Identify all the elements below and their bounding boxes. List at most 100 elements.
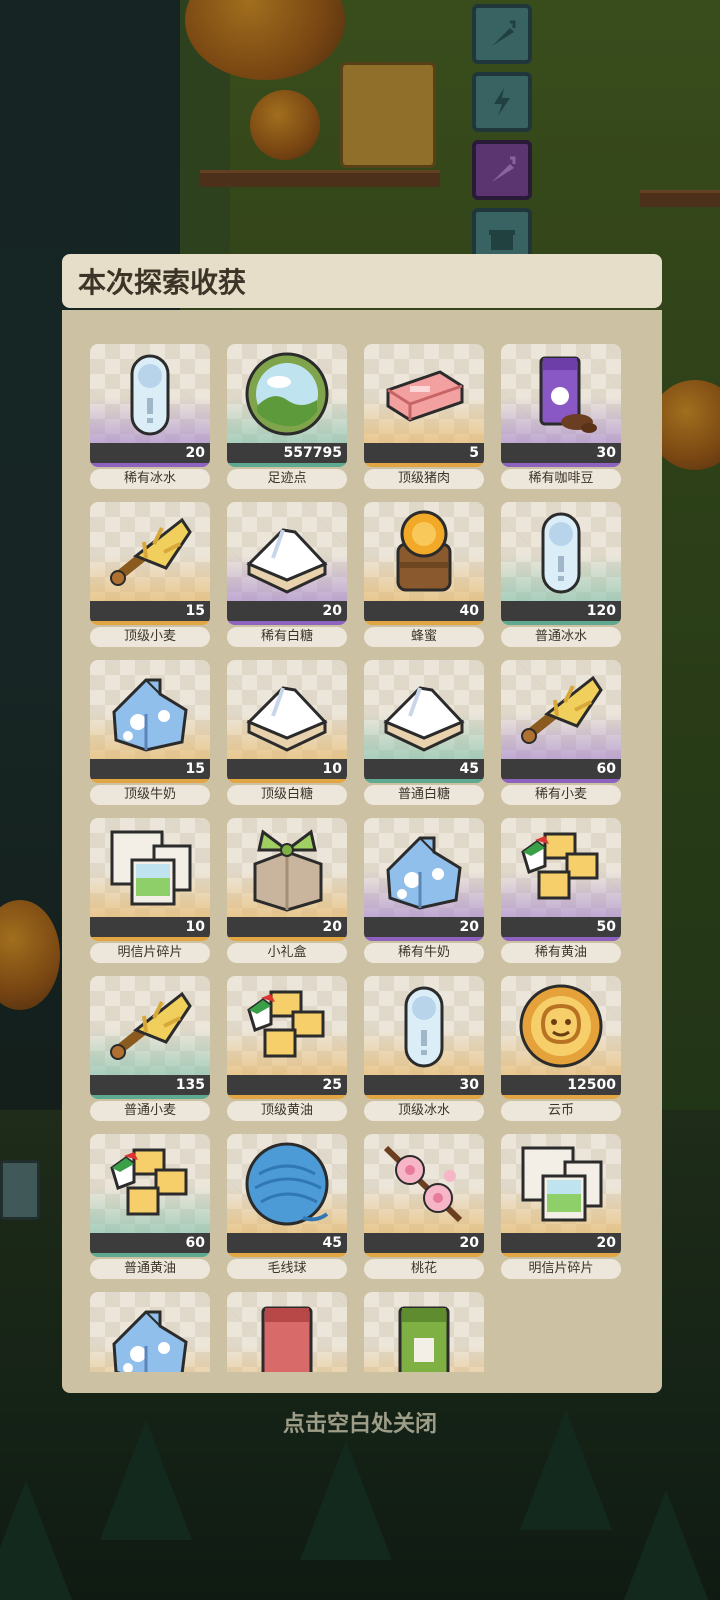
reward-item-tile: 10 (227, 660, 347, 783)
reward-item[interactable]: 45 普通白糖 (364, 660, 484, 805)
reward-item-tile (90, 1292, 210, 1372)
red-bag-icon (243, 1298, 331, 1372)
wheat-icon (106, 982, 194, 1070)
reward-grid[interactable]: 20 稀有冰水 557795 足迹点 5 顶级猪肉 30 稀有咖啡豆 15 顶级小麦 20 稀有白糖 4… (90, 344, 630, 1372)
item-name: 足迹点 (227, 469, 347, 489)
reward-item[interactable]: 30 顶级冰水 (364, 976, 484, 1121)
reward-item[interactable]: 45 毛线球 (227, 1134, 347, 1279)
rarity-strip (501, 621, 621, 625)
reward-item-tile: 135 (90, 976, 210, 1099)
yarn-ball-icon (243, 1140, 331, 1228)
item-count: 30 (364, 1075, 484, 1095)
reward-item-tile: 20 (364, 1134, 484, 1257)
sugar-icon (243, 666, 331, 754)
reward-item-tile: 30 (364, 976, 484, 1099)
reward-item-tile: 40 (364, 502, 484, 625)
reward-item-tile: 12500 (501, 976, 621, 1099)
item-count: 20 (364, 1233, 484, 1253)
item-count: 20 (364, 917, 484, 937)
rarity-strip (227, 937, 347, 941)
item-count: 15 (90, 759, 210, 779)
reward-item[interactable]: 5 顶级猪肉 (364, 344, 484, 489)
reward-item[interactable]: 557795 足迹点 (227, 344, 347, 489)
item-count: 60 (501, 759, 621, 779)
rarity-strip (501, 1095, 621, 1099)
ice-water-icon (517, 508, 605, 596)
item-count: 15 (90, 601, 210, 621)
item-name: 小礼盒 (227, 943, 347, 963)
milk-carton-icon (106, 666, 194, 754)
reward-item[interactable]: 20 小礼盒 (227, 818, 347, 963)
item-name: 顶级牛奶 (90, 785, 210, 805)
milk-carton-icon (380, 824, 468, 912)
reward-item[interactable]: 20 桃花 (364, 1134, 484, 1279)
rarity-strip (364, 937, 484, 941)
item-count: 20 (90, 443, 210, 463)
reward-item-tile: 60 (90, 1134, 210, 1257)
rarity-strip (501, 779, 621, 783)
item-count: 10 (90, 917, 210, 937)
sugar-icon (380, 666, 468, 754)
postcard-icon (517, 1140, 605, 1228)
reward-item[interactable]: 60 稀有小麦 (501, 660, 621, 805)
milk-carton-icon (106, 1298, 194, 1372)
item-name: 普通白糖 (364, 785, 484, 805)
rarity-strip (501, 937, 621, 941)
reward-item[interactable]: 60 普通黄油 (90, 1134, 210, 1279)
cloud-coin-icon (517, 982, 605, 1070)
rarity-strip (90, 1095, 210, 1099)
item-name: 稀有冰水 (90, 469, 210, 489)
reward-item[interactable]: 15 顶级小麦 (90, 502, 210, 647)
rarity-strip (364, 1095, 484, 1099)
pork-icon (380, 350, 468, 438)
item-count: 135 (90, 1075, 210, 1095)
rarity-strip (364, 1253, 484, 1257)
reward-item[interactable] (90, 1292, 210, 1372)
reward-item[interactable]: 10 明信片碎片 (90, 818, 210, 963)
rarity-strip (364, 621, 484, 625)
rarity-strip (227, 463, 347, 467)
reward-item[interactable]: 40 蜂蜜 (364, 502, 484, 647)
item-count: 557795 (227, 443, 347, 463)
reward-item[interactable]: 30 稀有咖啡豆 (501, 344, 621, 489)
reward-item[interactable]: 12500 云币 (501, 976, 621, 1121)
item-name: 普通黄油 (90, 1259, 210, 1279)
honey-jar-icon (380, 508, 468, 596)
reward-item[interactable]: 10 顶级白糖 (227, 660, 347, 805)
rarity-strip (227, 779, 347, 783)
modal-title: 本次探索收获 (78, 266, 247, 299)
reward-item[interactable]: 15 顶级牛奶 (90, 660, 210, 805)
rarity-strip (90, 1253, 210, 1257)
reward-item[interactable]: 20 稀有冰水 (90, 344, 210, 489)
butter-icon (106, 1140, 194, 1228)
reward-item-tile: 20 (364, 818, 484, 941)
rarity-strip (227, 1253, 347, 1257)
reward-item[interactable] (364, 1292, 484, 1372)
ice-water-icon (106, 350, 194, 438)
rarity-strip (364, 463, 484, 467)
reward-item[interactable]: 50 稀有黄油 (501, 818, 621, 963)
item-name: 顶级小麦 (90, 627, 210, 647)
rarity-strip (90, 779, 210, 783)
item-count: 20 (501, 1233, 621, 1253)
reward-item-tile: 20 (227, 818, 347, 941)
reward-item-tile: 25 (227, 976, 347, 1099)
item-count: 5 (364, 443, 484, 463)
ice-water-icon (380, 982, 468, 1070)
reward-item[interactable]: 20 稀有牛奶 (364, 818, 484, 963)
item-count: 20 (227, 601, 347, 621)
item-name: 稀有黄油 (501, 943, 621, 963)
reward-item[interactable]: 20 明信片碎片 (501, 1134, 621, 1279)
reward-item[interactable]: 20 稀有白糖 (227, 502, 347, 647)
reward-item[interactable]: 135 普通小麦 (90, 976, 210, 1121)
reward-item[interactable]: 120 普通冰水 (501, 502, 621, 647)
reward-item[interactable] (227, 1292, 347, 1372)
reward-item-tile: 45 (227, 1134, 347, 1257)
close-hint[interactable]: 点击空白处关闭 (0, 1406, 720, 1438)
modal-header: 本次探索收获 (62, 254, 662, 308)
reward-modal: 20 稀有冰水 557795 足迹点 5 顶级猪肉 30 稀有咖啡豆 15 顶级小麦 20 稀有白糖 4… (62, 310, 662, 1393)
item-name: 明信片碎片 (501, 1259, 621, 1279)
reward-item[interactable]: 25 顶级黄油 (227, 976, 347, 1121)
rarity-strip (90, 463, 210, 467)
item-name: 明信片碎片 (90, 943, 210, 963)
